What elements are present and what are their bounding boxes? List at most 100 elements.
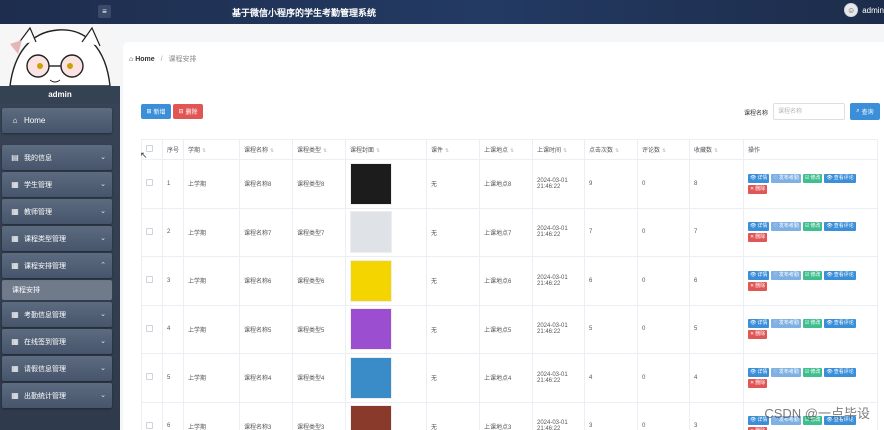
row-checkbox[interactable]: [141, 256, 163, 306]
row-actions: 👁详情♡发布考勤☑修改👁查看评论 ✕删除: [743, 159, 878, 209]
action-button-2[interactable]: ☑ 修改: [802, 270, 823, 280]
cell-index: 1: [162, 159, 184, 209]
action-button-3[interactable]: 👁 查看评论: [824, 222, 856, 232]
cell-index: 3: [162, 256, 184, 306]
menu-toggle-button[interactable]: ≡: [98, 5, 111, 18]
cell-time: 2024-03-01 21:46:22: [532, 159, 585, 209]
sidebar-item-attendance-stats[interactable]: ▦ 出勤统计管理 ⌄: [2, 383, 112, 408]
action-button-3[interactable]: 👁 查看评论: [824, 173, 856, 183]
sidebar-subitem-course-schedule[interactable]: 课程安排: [2, 280, 112, 300]
action-button-4[interactable]: ✕删除: [748, 378, 768, 388]
table-row[interactable]: 3 上学期 课程名称6 课程类型6 无上课地点6 2024-03-01 21:46:22 6…: [141, 256, 878, 306]
action-button-2[interactable]: ☑ 修改: [802, 222, 823, 232]
cell-courseware: 无: [426, 401, 480, 430]
action-button-0[interactable]: 👁 详情: [748, 319, 770, 329]
chevron-down-icon: ⌄: [100, 235, 106, 242]
chevron-down-icon: ⌄: [100, 365, 106, 372]
chevron-down-icon: ⌄: [100, 208, 106, 215]
delete-button[interactable]: ⊟ 删除: [173, 104, 203, 119]
table-row[interactable]: 4 上学期 课程名称5 课程类型5 无上课地点5 2024-03-01 21:46:22 5…: [141, 304, 878, 354]
close-icon: ✕: [750, 234, 755, 241]
sidebar-item-my-info[interactable]: ▤ 我的信息 ⌄: [2, 145, 112, 170]
row-checkbox[interactable]: [141, 207, 163, 257]
sidebar-item-students[interactable]: ▦ 学生管理 ⌄: [2, 172, 112, 197]
column-header[interactable]: 学期 ⇅: [183, 139, 240, 160]
sidebar-item-label: 教师管理: [24, 208, 52, 216]
column-header[interactable]: 上课地点 ⇅: [479, 139, 533, 160]
action-button-2[interactable]: ☑ 修改: [802, 319, 823, 329]
course-cover-image: [345, 256, 427, 306]
column-header[interactable]: 课程封面 ⇅: [345, 139, 427, 160]
breadcrumb-home[interactable]: Home: [135, 56, 154, 63]
cell-location: 上课地点7: [479, 207, 533, 257]
sidebar-item-home[interactable]: ⌂ Home: [2, 108, 112, 133]
action-button-2[interactable]: ☑ 修改: [802, 367, 823, 377]
cell-location: 上课地点5: [479, 304, 533, 354]
action-button-4[interactable]: ✕删除: [748, 233, 768, 243]
cover-thumbnail: [350, 356, 392, 399]
search-button-label: 查询: [861, 110, 874, 116]
action-button-2[interactable]: ☑ 修改: [802, 173, 823, 183]
column-header[interactable]: 收藏数 ⇅: [689, 139, 744, 160]
search-input[interactable]: [773, 103, 845, 120]
cover-thumbnail: [350, 259, 392, 302]
sidebar-item-attendance-info[interactable]: ▦ 考勤信息管理 ⌄: [2, 302, 112, 327]
search-button[interactable]: ⌕ 查询: [850, 103, 880, 120]
action-button-0[interactable]: 👁 详情: [748, 222, 770, 232]
eye-icon: 👁: [750, 271, 757, 278]
row-checkbox[interactable]: [141, 159, 163, 209]
mouse-cursor-icon: ↖: [140, 150, 148, 160]
row-actions: 👁详情♡发布考勤☑修改👁查看评论 ✕删除: [743, 207, 878, 257]
user-menu[interactable]: ☺ admin: [844, 3, 884, 17]
action-button-0[interactable]: 👁 详情: [748, 270, 770, 280]
action-button-1[interactable]: ♡ 发布考勤: [771, 222, 801, 232]
action-button-4[interactable]: ✕删除: [748, 281, 768, 291]
sidebar-item-label: 课程类型管理: [24, 235, 66, 243]
chevron-down-icon: ⌄: [100, 154, 106, 161]
edit-icon: ☑: [804, 320, 810, 327]
column-header[interactable]: 课程名称 ⇅: [239, 139, 293, 160]
cell-time: 2024-03-01 21:46:22: [532, 304, 585, 354]
column-header[interactable]: 点击次数 ⇅: [584, 139, 638, 160]
table-row[interactable]: 1 上学期 课程名称8 课程类型8 无上课地点8 2024-03-01 21:46:22 9…: [141, 159, 878, 209]
column-header[interactable]: 评论数 ⇅: [637, 139, 690, 160]
cell-courseware: 无: [426, 304, 480, 354]
cell-time: 2024-03-01 21:46:22: [532, 401, 585, 430]
sidebar-item-teachers[interactable]: ▦ 教师管理 ⌄: [2, 199, 112, 224]
action-button-3[interactable]: 👁 查看评论: [824, 270, 856, 280]
close-icon: ✕: [750, 379, 755, 386]
action-button-1[interactable]: ♡ 发布考勤: [771, 319, 801, 329]
column-header[interactable]: 上课时间 ⇅: [532, 139, 585, 160]
sidebar-item-course-schedule[interactable]: ▦ 课程安排管理 ⌃: [2, 253, 112, 278]
action-button-4[interactable]: ✕删除: [748, 330, 768, 340]
chevron-down-icon: ⌄: [100, 311, 106, 318]
home-icon: ⌂: [12, 116, 18, 125]
sidebar-item-online-signin[interactable]: ▦ 在线签到管理 ⌄: [2, 329, 112, 354]
sidebar-item-label: 学生管理: [24, 181, 52, 189]
cell-name: 课程名称4: [239, 353, 293, 403]
cell-type: 课程类型6: [292, 256, 346, 306]
sidebar-item-leave-info[interactable]: ▦ 请假信息管理 ⌄: [2, 356, 112, 381]
column-header[interactable]: 课程类型 ⇅: [292, 139, 346, 160]
cell-comments: 0: [637, 159, 690, 209]
action-button-1[interactable]: ♡ 发布考勤: [771, 173, 801, 183]
action-button-0[interactable]: 👁 详情: [748, 173, 770, 183]
action-button-1[interactable]: ♡ 发布考勤: [771, 367, 801, 377]
eye-icon: 👁: [826, 320, 833, 327]
avatar-icon: ☺: [844, 3, 859, 17]
row-checkbox[interactable]: [141, 304, 163, 354]
cell-time: 2024-03-01 21:46:22: [532, 353, 585, 403]
action-button-3[interactable]: 👁 查看评论: [824, 367, 856, 377]
action-button-4[interactable]: ✕删除: [748, 184, 768, 194]
search-icon: ⌕: [856, 108, 860, 114]
sidebar-item-course-types[interactable]: ▦ 课程类型管理 ⌄: [2, 226, 112, 251]
table-row[interactable]: 2 上学期 课程名称7 课程类型7 无上课地点7 2024-03-01 21:46:22 7…: [141, 207, 878, 257]
column-header[interactable]: 课件 ⇅: [426, 139, 480, 160]
action-button-1[interactable]: ♡ 发布考勤: [771, 270, 801, 280]
add-button[interactable]: ⊞ 新增: [141, 104, 171, 119]
action-button-0[interactable]: 👁 详情: [748, 367, 770, 377]
row-checkbox[interactable]: [141, 353, 163, 403]
row-checkbox[interactable]: [141, 401, 163, 430]
table-row[interactable]: 5 上学期 课程名称4 课程类型4 无上课地点4 2024-03-01 21:46:22 4…: [141, 353, 878, 403]
action-button-3[interactable]: 👁 查看评论: [824, 319, 856, 329]
